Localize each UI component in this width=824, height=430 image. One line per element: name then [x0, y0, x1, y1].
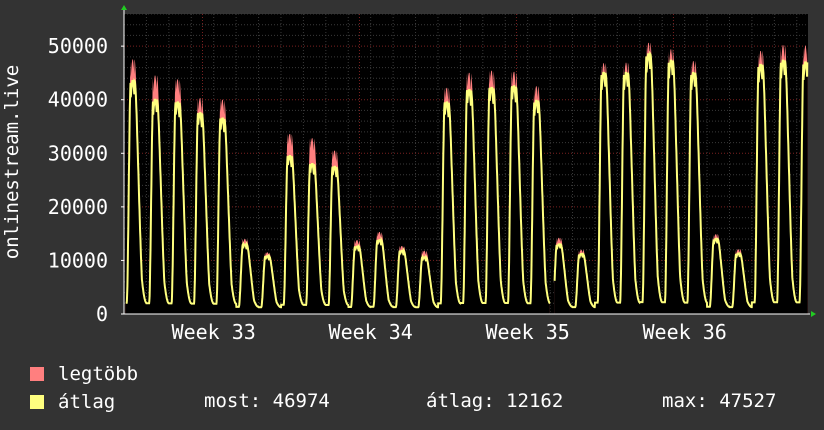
x-tick-label: Week 34	[329, 320, 413, 344]
y-tick-label: 50000	[48, 34, 108, 58]
legend-item-max: legtöbb	[30, 362, 138, 386]
legend-swatch-avg	[30, 395, 44, 409]
y-tick-label: 40000	[48, 88, 108, 112]
y-axis-label: onlinestream.live	[1, 65, 23, 259]
stat-now: most: 46974	[204, 390, 330, 412]
legend-swatch-max	[30, 367, 44, 381]
x-tick-label: Week 35	[486, 320, 570, 344]
legend-label-avg: átlag	[58, 391, 116, 413]
legend-label-max: legtöbb	[58, 363, 139, 385]
legend-item-avg: átlag	[30, 390, 115, 414]
y-axis-arrow	[121, 5, 127, 10]
y-tick-label: 30000	[48, 141, 108, 165]
y-tick-label: 20000	[48, 195, 108, 219]
y-tick-label: 0	[96, 302, 108, 326]
stat-max: max: 47527	[662, 390, 777, 412]
x-tick-label: Week 33	[172, 320, 256, 344]
stat-avg: átlag: 12162	[426, 390, 564, 412]
x-tick-label: Week 36	[643, 320, 727, 344]
legend: legtöbb átlag most: 46974 átlag: 12162 m…	[0, 360, 824, 430]
chart: 0 10000 20000 30000 40000 50000 Week 33 Week 34…	[1, 5, 816, 344]
y-tick-label: 10000	[48, 248, 108, 272]
x-axis-arrow	[811, 311, 816, 317]
